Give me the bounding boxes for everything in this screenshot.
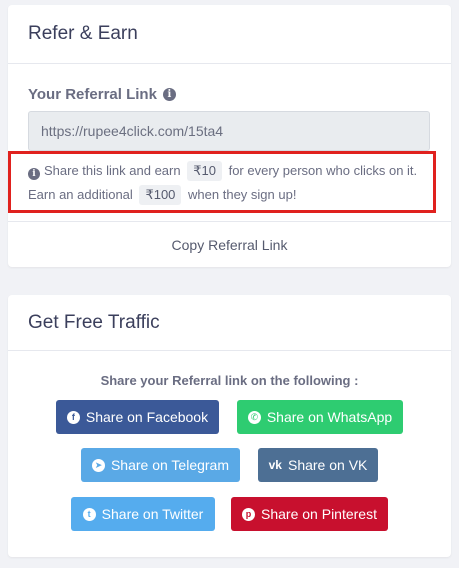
free-traffic-card: Get Free Traffic Share your Referral lin… [8,295,451,557]
whatsapp-icon: ✆ [247,410,261,424]
referral-hint: i Share this link and earn ₹10 for every … [28,159,438,207]
share-facebook-label: Share on Facebook [85,409,209,425]
referral-link-label-text: Your Referral Link [28,86,157,103]
pinterest-icon: p [242,507,256,521]
free-traffic-header: Get Free Traffic [8,295,451,351]
facebook-icon: f [66,410,80,424]
refer-earn-title: Refer & Earn [28,23,138,44]
share-facebook-button[interactable]: f Share on Facebook [56,400,219,434]
hint-text-1: Share this link and earn [44,163,181,178]
share-twitter-button[interactable]: t Share on Twitter [71,497,215,531]
refer-earn-card: Refer & Earn Your Referral Link i https:… [8,5,451,267]
hint-text-3: when they sign up! [188,187,297,202]
earn-click-badge: ₹10 [187,161,222,181]
share-caption: Share your Referral link on the followin… [100,373,359,388]
share-vk-button[interactable]: vk Share on VK [258,448,378,482]
share-vk-label: Share on VK [287,457,368,473]
share-pinterest-label: Share on Pinterest [261,506,377,522]
referral-link-label: Your Referral Link i [28,86,176,103]
share-twitter-label: Share on Twitter [101,506,204,522]
earn-signup-badge: ₹100 [139,185,182,205]
share-whatsapp-button[interactable]: ✆ Share on WhatsApp [237,400,403,434]
hint-info-icon: i [28,168,40,180]
info-icon[interactable]: i [162,88,176,101]
share-pinterest-button[interactable]: p Share on Pinterest [231,497,388,531]
copy-referral-link-button[interactable]: Copy Referral Link [8,221,451,268]
share-telegram-label: Share on Telegram [110,457,230,473]
referral-link-field[interactable]: https://rupee4click.com/15ta4 [28,111,430,151]
telegram-icon: ➤ [91,458,105,472]
free-traffic-title: Get Free Traffic [28,311,160,333]
vk-icon: vk [268,458,282,472]
twitter-icon: t [82,507,96,521]
share-telegram-button[interactable]: ➤ Share on Telegram [81,448,240,482]
share-whatsapp-label: Share on WhatsApp [266,409,393,425]
refer-earn-header: Refer & Earn [8,5,451,64]
